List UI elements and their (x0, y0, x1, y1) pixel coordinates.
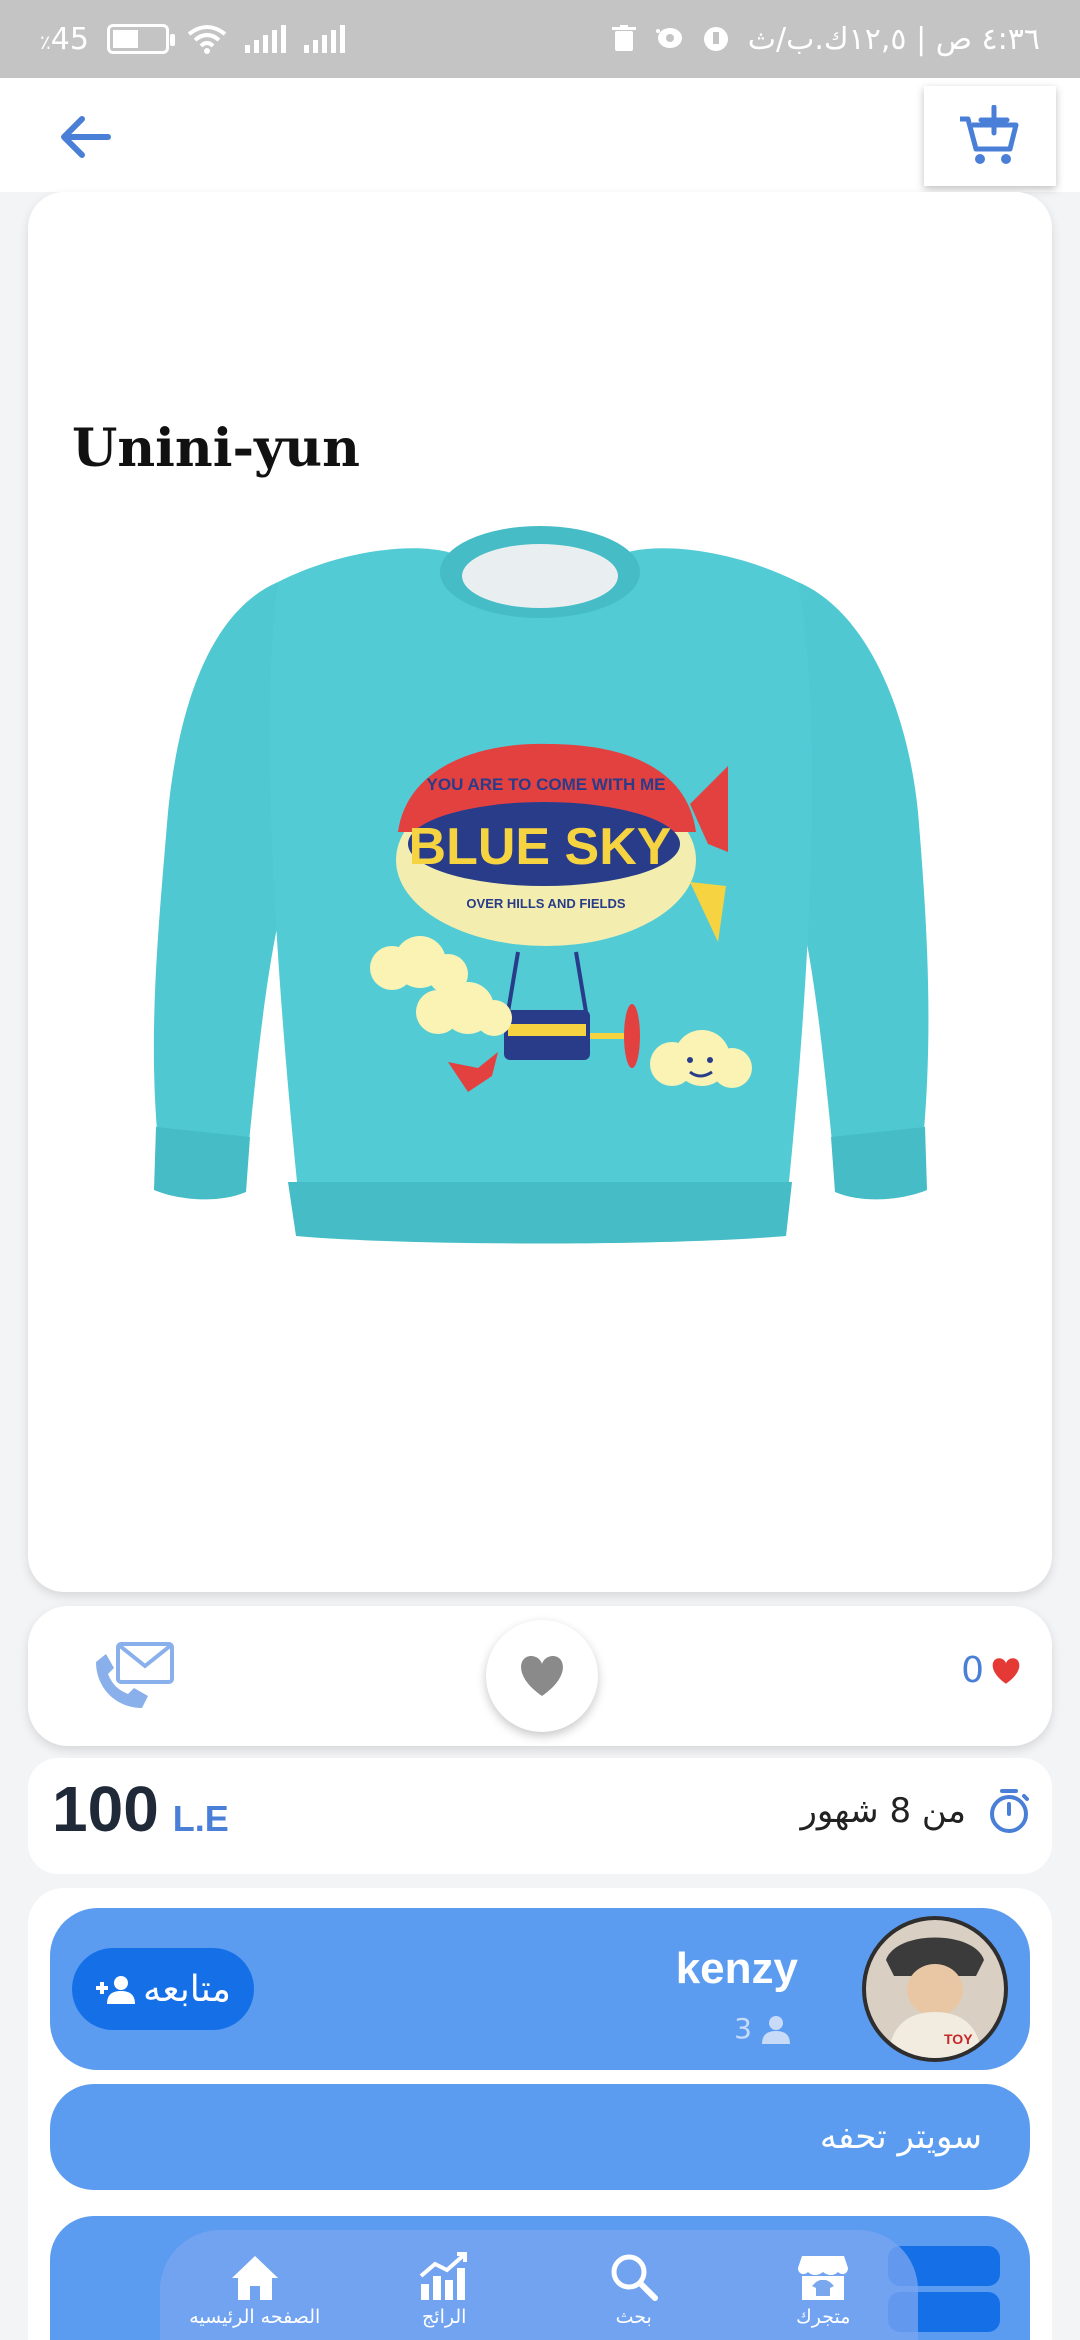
nav-home[interactable]: الصفحه الرئيسيه (185, 2252, 325, 2328)
nav-label: متجرك (796, 2306, 851, 2328)
follow-button[interactable]: متابعه (72, 1948, 254, 2030)
nav-label: الصفحه الرئيسيه (189, 2306, 321, 2328)
print-line1: YOU ARE TO COME WITH ME (427, 775, 666, 794)
seller-name: kenzy (675, 1944, 798, 1993)
user-icon (762, 2015, 790, 2044)
product-title-card: سويتر تحفه (50, 2084, 1030, 2190)
follow-label: متابعه (143, 1968, 231, 2010)
timer-icon (990, 1789, 1029, 1833)
age-label: من 8 شهور (800, 1791, 967, 1831)
nav-label: بحث (615, 2306, 652, 2328)
status-left: ٪45 (40, 22, 345, 57)
back-button[interactable] (50, 102, 120, 172)
store-icon (798, 2256, 849, 2300)
price-currency: L.E (172, 1798, 229, 1839)
price-value: 100 (52, 1773, 159, 1845)
signal-icon-2 (303, 25, 345, 53)
top-header (0, 78, 1080, 192)
phone-mail-icon (96, 1642, 174, 1708)
seller-card[interactable]: متابعه kenzy 3 TOY (50, 1908, 1030, 2070)
trash-icon (611, 25, 636, 51)
bottom-navigation: الصفحه الرئيسيه الرائج بحث متجرك (160, 2230, 918, 2340)
nav-label: الرائج (422, 2306, 467, 2328)
actions-card: 0 (28, 1606, 1052, 1746)
search-icon (611, 2254, 658, 2301)
contact-button[interactable] (84, 1636, 184, 1716)
avatar-image: TOY (866, 1920, 1004, 2058)
add-to-cart-button[interactable] (924, 86, 1056, 186)
signal-icon-1 (244, 25, 286, 53)
messenger-icon (655, 28, 682, 48)
home-icon (231, 2256, 278, 2300)
battery-text: ٪45 (40, 21, 89, 57)
product-title: سويتر تحفه (819, 2117, 982, 2157)
sweater-image: YOU ARE TO COME WITH ME BLUE SKY OVER HI… (153, 526, 929, 1244)
heart-icon (521, 1656, 563, 1696)
cart-plus-icon (960, 105, 1019, 164)
likes-counter: 0 (961, 1650, 1022, 1691)
trending-icon (419, 2252, 468, 2300)
notification-icon (703, 27, 728, 51)
time-info: ٤:٣٦ ص | ١٢,٥ك.ب/ث (747, 21, 1040, 57)
seller-avatar[interactable]: TOY (862, 1916, 1008, 2062)
nav-trending[interactable]: الرائج (374, 2252, 514, 2328)
followers-count: 3 (734, 2012, 792, 2045)
print-line2: OVER HILLS AND FIELDS (466, 896, 625, 911)
svg-text:TOY: TOY (944, 2031, 973, 2047)
product-image-card[interactable]: Unini-yun YOU ARE TO COME WITH ME BLUE S… (28, 192, 1052, 1592)
price: 100 L.E (52, 1772, 229, 1846)
add-user-icon (96, 1976, 136, 2004)
status-bar: ٪45 ٤:٣٦ ص | ١٢,٥ك.ب/ث (0, 0, 1080, 78)
status-right: ٤:٣٦ ص | ١٢,٥ك.ب/ث (611, 21, 1040, 57)
arrow-left-icon (61, 116, 111, 158)
likes-count: 0 (961, 1650, 984, 1691)
heart-icon (992, 1657, 1020, 1684)
wifi-icon (187, 25, 227, 54)
nav-search[interactable]: بحث (564, 2252, 704, 2328)
battery-icon (106, 24, 175, 54)
price-card: 100 L.E من 8 شهور (28, 1758, 1052, 1874)
nav-store[interactable]: متجرك (753, 2252, 893, 2328)
followers-value: 3 (734, 2012, 752, 2045)
print-title: BLUE SKY (409, 818, 672, 876)
favorite-button[interactable] (486, 1620, 598, 1732)
age-info: من 8 شهور (801, 1788, 1031, 1834)
